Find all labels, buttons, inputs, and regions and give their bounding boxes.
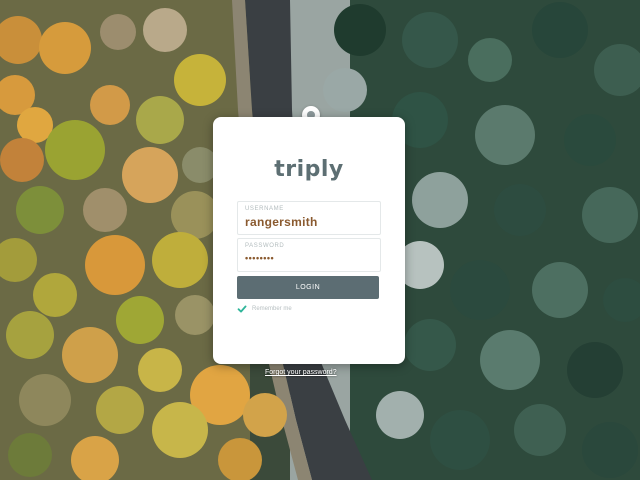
login-screen: triply USERNAME rangersmith PASSWORD •••… [0, 0, 640, 480]
password-label: PASSWORD [245, 243, 285, 249]
remember-me-label: Remember me [252, 306, 292, 312]
username-value[interactable]: rangersmith [245, 215, 318, 229]
forgot-password-link[interactable]: Forgot your password? [265, 369, 357, 376]
password-field[interactable]: PASSWORD •••••••• [237, 238, 381, 272]
username-label: USERNAME [245, 206, 284, 212]
checkmark-icon[interactable] [237, 304, 247, 314]
username-field[interactable]: USERNAME rangersmith [237, 201, 381, 235]
remember-me-checkbox[interactable]: Remember me [237, 304, 292, 314]
brand-logo: triply [274, 157, 344, 182]
login-button[interactable]: LOGIN [237, 276, 379, 299]
password-value[interactable]: •••••••• [245, 253, 274, 263]
login-card: triply USERNAME rangersmith PASSWORD •••… [213, 117, 405, 364]
